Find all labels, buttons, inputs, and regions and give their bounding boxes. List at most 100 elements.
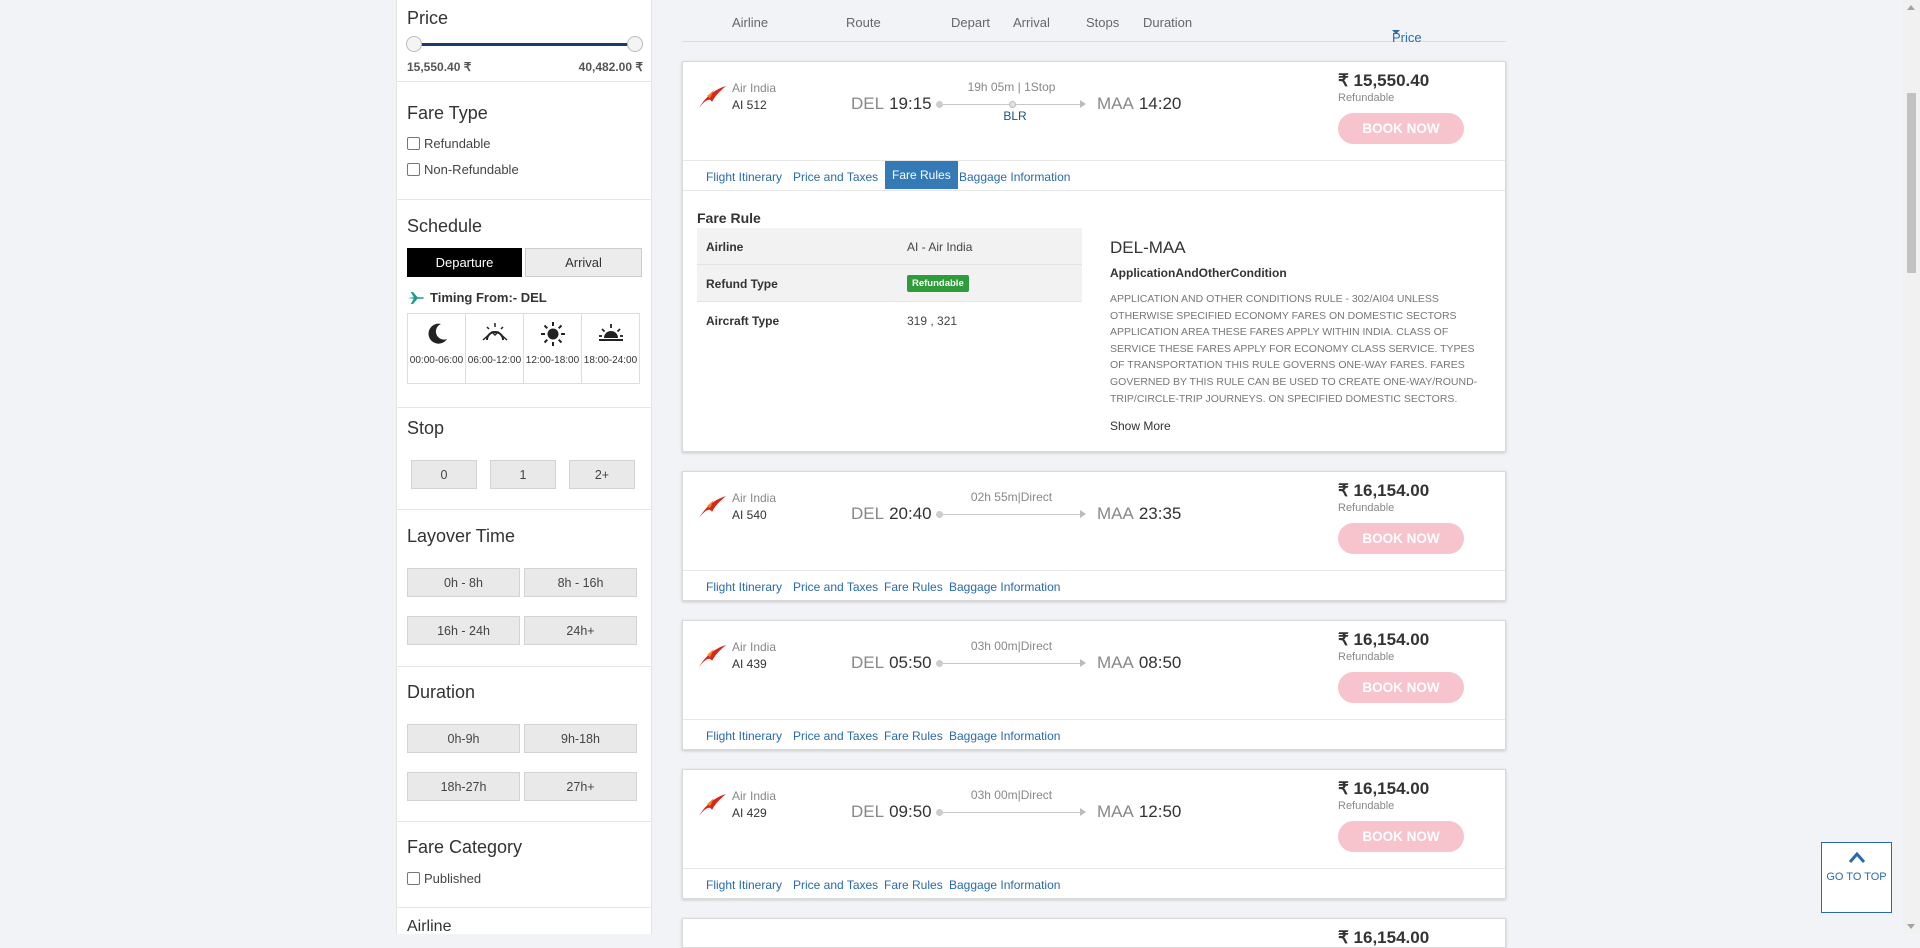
col-arrival[interactable]: Arrival	[1013, 15, 1050, 30]
price-slider-track[interactable]	[411, 43, 633, 46]
duration-0-9-button[interactable]: 0h-9h	[407, 724, 520, 753]
price: ₹ 16,154.00	[1338, 630, 1430, 649]
checkbox-box[interactable]	[407, 872, 420, 885]
tab-baggage-information[interactable]: Baggage Information	[949, 878, 1060, 892]
go-to-top-button[interactable]: GO TO TOP	[1821, 842, 1892, 913]
tab-fare-rules[interactable]: Fare Rules	[885, 161, 958, 189]
tab-fare-rules[interactable]: Fare Rules	[884, 580, 943, 594]
divider	[683, 868, 1505, 869]
duration-title: Duration	[407, 682, 476, 702]
tab-flight-itinerary[interactable]: Flight Itinerary	[706, 170, 782, 184]
refundable-checkbox[interactable]: Refundable	[407, 136, 491, 151]
tab-arrival[interactable]: Arrival	[525, 248, 642, 277]
col-route[interactable]: Route	[846, 15, 881, 30]
divider	[683, 160, 1505, 161]
layover-24plus-button[interactable]: 24h+	[524, 616, 637, 645]
arr-code: MAA	[1097, 504, 1134, 523]
fare-rule-row: Aircraft Type 319 , 321	[697, 302, 1082, 339]
tab-flight-itinerary[interactable]: Flight Itinerary	[706, 580, 782, 594]
schedule-title: Schedule	[407, 216, 483, 236]
timing-from: Timing From:- DEL	[407, 290, 547, 305]
fare-category-title: Fare Category	[407, 837, 523, 857]
layover-0-8-button[interactable]: 0h - 8h	[407, 568, 520, 597]
tab-price-and-taxes[interactable]: Price and Taxes	[793, 170, 878, 184]
price-max-handle[interactable]	[627, 36, 643, 52]
chevron-up-icon	[1848, 851, 1865, 863]
arrival: MAA 14:20	[1097, 94, 1181, 114]
book-now-button[interactable]: BOOK NOW	[1338, 672, 1464, 703]
go-to-top-label: GO TO TOP	[1826, 871, 1887, 883]
scroll-down-arrow[interactable]	[1907, 924, 1915, 929]
route-line	[936, 510, 1086, 518]
duration-stops: 03h 00m|Direct	[970, 788, 1053, 802]
duration-9-18-button[interactable]: 9h-18h	[524, 724, 637, 753]
divider	[683, 570, 1505, 571]
price-filter: Price 15,550.40 ₹ 40,482.00 ₹	[397, 0, 651, 82]
tab-baggage-information[interactable]: Baggage Information	[959, 170, 1070, 184]
tab-fare-rules[interactable]: Fare Rules	[884, 878, 943, 892]
col-stops[interactable]: Stops	[1086, 15, 1119, 30]
arrival: MAA 23:35	[1097, 504, 1181, 524]
price-min-handle[interactable]	[406, 36, 422, 52]
departure: DEL 05:50	[851, 653, 932, 673]
duration-18-27-button[interactable]: 18h-27h	[407, 772, 520, 801]
tab-price-and-taxes[interactable]: Price and Taxes	[793, 878, 878, 892]
price: ₹ 16,154.00	[1338, 779, 1430, 798]
slot-label: 12:00-18:00	[525, 355, 580, 366]
layover-8-16-button[interactable]: 8h - 16h	[524, 568, 637, 597]
tab-baggage-information[interactable]: Baggage Information	[949, 580, 1060, 594]
divider	[683, 719, 1505, 720]
sunrise-icon	[482, 323, 507, 341]
stop-title: Stop	[407, 418, 445, 438]
fare-rule-value: AI - Air India	[907, 240, 973, 254]
dep-code: DEL	[851, 94, 885, 113]
slot-morning[interactable]: 06:00-12:00	[465, 313, 524, 384]
slot-afternoon[interactable]: 12:00-18:00	[523, 313, 582, 384]
col-duration[interactable]: Duration	[1143, 15, 1192, 30]
book-now-button[interactable]: BOOK NOW	[1338, 821, 1464, 852]
slot-night[interactable]: 00:00-06:00	[407, 313, 466, 384]
scroll-up-arrow[interactable]	[1907, 5, 1915, 10]
page-scrollbar[interactable]	[1903, 0, 1920, 934]
dep-code: DEL	[851, 802, 885, 821]
flight-number: AI 429	[732, 806, 767, 820]
fare-type-title: Fare Type	[407, 103, 488, 123]
stop-1-button[interactable]: 1	[490, 460, 556, 489]
departure: DEL 20:40	[851, 504, 932, 524]
time-slots: 00:00-06:00 06:00-12:00 12:00-18:00 18:0…	[407, 313, 643, 384]
published-label: Published	[424, 871, 482, 886]
tab-flight-itinerary[interactable]: Flight Itinerary	[706, 878, 782, 892]
fare-rule-key: Refund Type	[706, 277, 778, 291]
tab-price-and-taxes[interactable]: Price and Taxes	[793, 580, 878, 594]
moon-icon	[428, 323, 447, 344]
fare-rule-table: Airline AI - Air India Refund Type Refun…	[697, 228, 1082, 339]
col-depart[interactable]: Depart	[951, 15, 990, 30]
slot-evening[interactable]: 18:00-24:00	[581, 313, 640, 384]
duration-27plus-button[interactable]: 27h+	[524, 772, 637, 801]
airline-filter-title: Airline	[407, 918, 452, 934]
tab-baggage-information[interactable]: Baggage Information	[949, 729, 1060, 743]
tab-fare-rules[interactable]: Fare Rules	[884, 729, 943, 743]
book-now-button[interactable]: BOOK NOW	[1338, 523, 1464, 554]
book-now-button[interactable]: BOOK NOW	[1338, 113, 1464, 144]
published-checkbox[interactable]: Published	[407, 871, 481, 886]
show-more-link[interactable]: Show More	[1110, 419, 1171, 433]
tab-price-and-taxes[interactable]: Price and Taxes	[793, 729, 878, 743]
airline-name: Air India	[732, 491, 777, 505]
tab-departure[interactable]: Departure	[407, 248, 522, 277]
layover-16-24-button[interactable]: 16h - 24h	[407, 616, 520, 645]
arr-time: 12:50	[1138, 802, 1182, 821]
timing-label: Timing From:- DEL	[430, 290, 547, 305]
dep-time: 05:50	[889, 653, 932, 672]
stop-0-button[interactable]: 0	[411, 460, 477, 489]
tab-flight-itinerary[interactable]: Flight Itinerary	[706, 729, 782, 743]
non-refundable-checkbox[interactable]: Non-Refundable	[407, 162, 519, 177]
checkbox-box[interactable]	[407, 137, 420, 150]
scrollbar-thumb[interactable]	[1907, 93, 1916, 273]
air-india-logo-icon	[699, 794, 726, 816]
checkbox-box[interactable]	[407, 163, 420, 176]
departure: DEL 09:50	[851, 802, 932, 822]
stop-2plus-button[interactable]: 2+	[569, 460, 635, 489]
flight-card: Air India AI 512 DEL 19:15 19h 05m | 1Sto…	[682, 61, 1506, 452]
col-airline[interactable]: Airline	[732, 15, 768, 30]
